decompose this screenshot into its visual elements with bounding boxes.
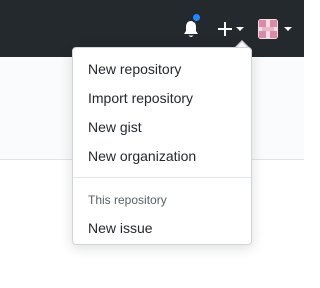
menu-section-header: This repository (88, 193, 167, 207)
create-new-dropdown: New repository Import repository New gis… (72, 47, 252, 245)
menu-item-new-repository[interactable]: New repository (88, 60, 181, 78)
menu-item-new-organization[interactable]: New organization (88, 147, 196, 165)
avatar (258, 19, 278, 39)
menu-item-import-repository[interactable]: Import repository (88, 89, 193, 107)
menu-item-new-issue[interactable]: New issue (88, 219, 153, 237)
caret-down-icon (284, 27, 292, 31)
menu-item-new-gist[interactable]: New gist (88, 118, 142, 136)
menu-divider (73, 177, 251, 178)
user-avatar-button[interactable] (258, 17, 296, 41)
caret-down-icon (236, 27, 244, 31)
unread-notification-dot (191, 12, 202, 23)
plus-icon (218, 22, 232, 36)
create-new-button[interactable] (214, 17, 246, 41)
